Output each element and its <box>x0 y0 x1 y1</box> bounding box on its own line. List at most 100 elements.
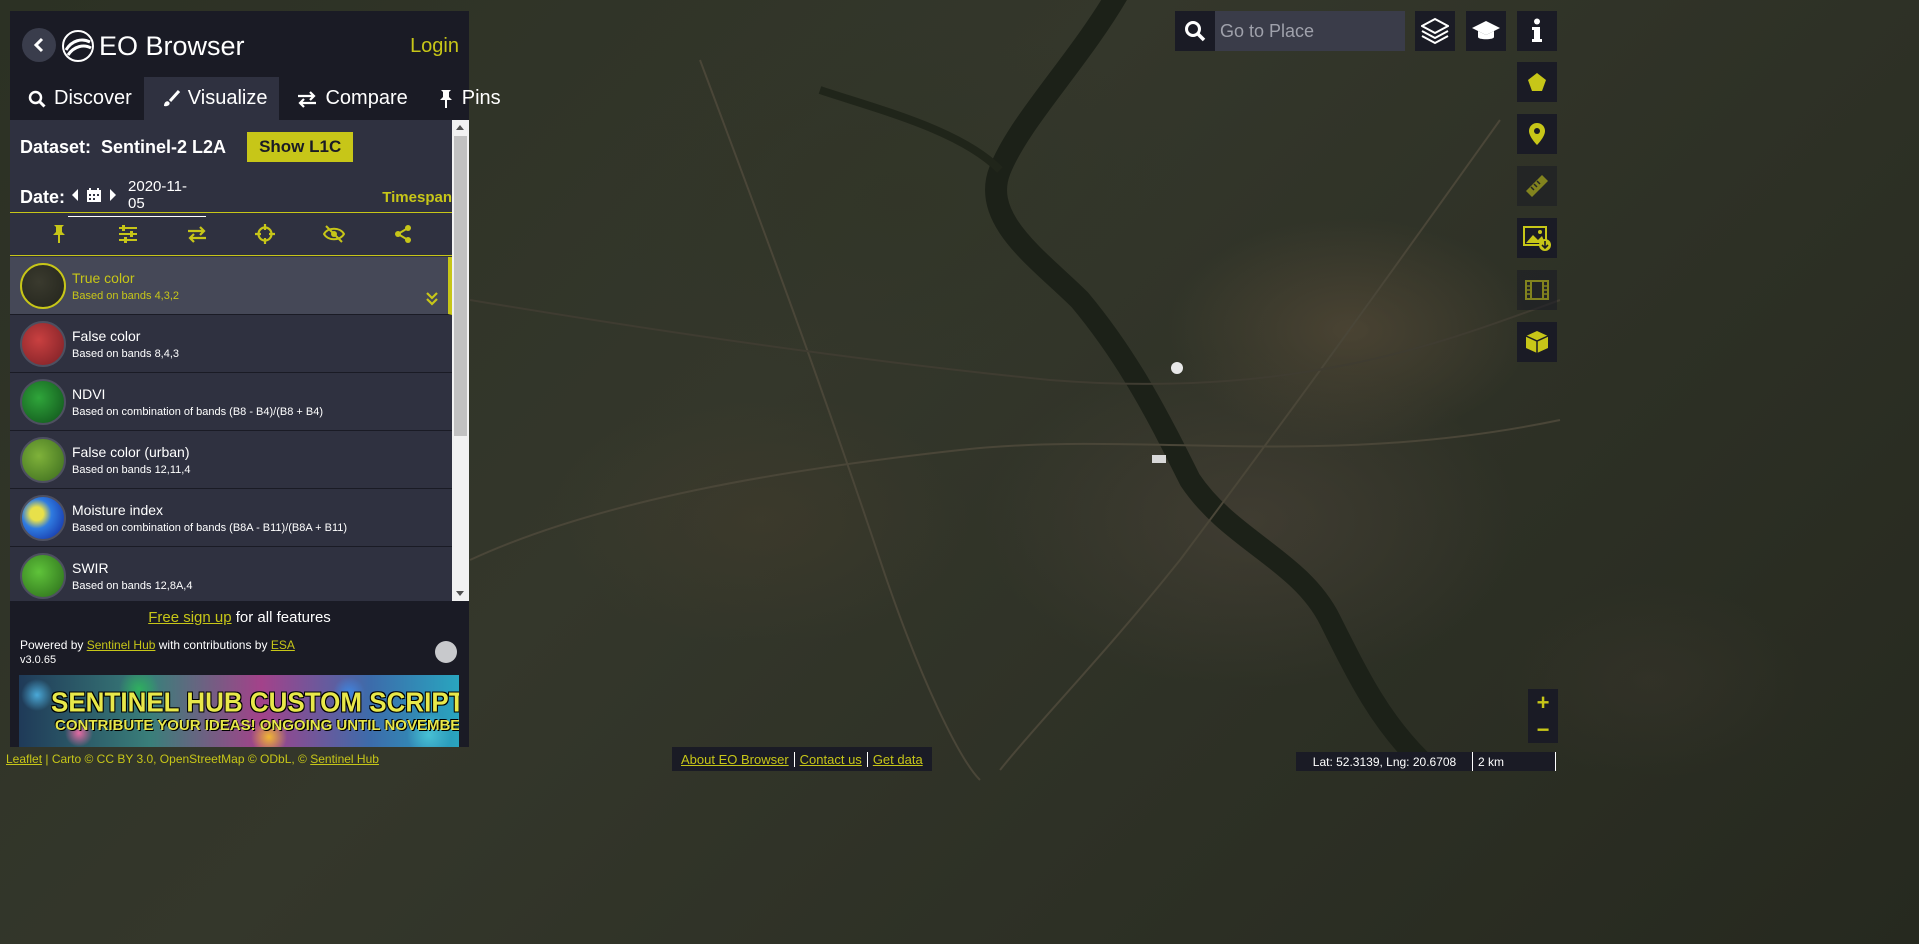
layer-description: Based on bands 12,11,4 <box>72 463 191 476</box>
draw-polygon-button[interactable] <box>1517 62 1557 102</box>
search-input[interactable] <box>1215 11 1405 51</box>
leaflet-link[interactable]: Leaflet <box>6 752 42 766</box>
collapse-panel-button[interactable] <box>22 28 56 62</box>
info-button[interactable] <box>1517 11 1557 51</box>
sliders-icon[interactable] <box>117 223 139 245</box>
3d-view-button[interactable] <box>1517 322 1557 362</box>
map-attribution: Leaflet | Carto © CC BY 3.0, OpenStreetM… <box>0 752 379 766</box>
powered-by: Powered by Sentinel Hub with contributio… <box>20 638 295 652</box>
tab-pins-label: Pins <box>461 87 501 109</box>
panel-footer: Free sign up for all features Powered by… <box>10 601 469 747</box>
sentinel-hub-attribution-link[interactable]: Sentinel Hub <box>310 752 379 766</box>
contest-banner[interactable]: SENTINEL HUB CUSTOM SCRIPT CONTEST CONTR… <box>19 675 459 747</box>
show-l1c-button[interactable]: Show L1C <box>247 132 354 162</box>
zoom-in-button[interactable]: + <box>1528 689 1558 716</box>
calendar-icon[interactable] <box>86 187 102 203</box>
layer-list-scrollbar[interactable] <box>452 120 469 601</box>
layer-thumbnail <box>20 320 66 367</box>
layer-description: Based on combination of bands (B8 - B4)/… <box>72 405 324 418</box>
tab-discover-label: Discover <box>54 87 132 109</box>
banner-title: SENTINEL HUB CUSTOM SCRIPT CONTEST <box>51 686 459 718</box>
tab-compare-label: Compare <box>325 87 408 109</box>
tab-visualize[interactable]: Visualize <box>143 77 280 120</box>
education-button[interactable] <box>1466 11 1506 51</box>
contact-link[interactable]: Contact us <box>795 751 868 767</box>
location-button[interactable] <box>1517 114 1557 154</box>
location-pin-icon <box>1529 123 1545 145</box>
layer-description: Based on bands 4,3,2 <box>72 289 180 302</box>
main-tabs: Discover Visualize Compare Pins <box>10 77 501 120</box>
graduation-cap-icon <box>1472 21 1500 40</box>
attribution-text: | Carto © CC BY 3.0, OpenStreetMap © ODb… <box>42 752 311 766</box>
layer-description: Based on bands 12,8A,4 <box>72 579 193 592</box>
map-tools <box>1517 62 1557 374</box>
tab-visualize-label: Visualize <box>187 87 268 109</box>
brush-icon <box>163 89 180 106</box>
layer-thumbnail <box>20 262 66 309</box>
layer-false-color[interactable]: False color Based on bands 8,4,3 <box>10 315 452 373</box>
bottom-links: About EO Browser Contact us Get data <box>672 747 932 771</box>
sentinel-hub-link[interactable]: Sentinel Hub <box>87 638 156 652</box>
get-data-link[interactable]: Get data <box>868 752 928 767</box>
esa-logo-icon <box>435 641 457 663</box>
next-date-icon[interactable] <box>110 189 117 201</box>
timespan-link[interactable]: Timespan <box>382 189 452 206</box>
compare-icon[interactable] <box>186 223 208 245</box>
layer-name: True color <box>72 269 135 286</box>
image-download-icon <box>1523 226 1551 251</box>
pin-icon <box>439 89 452 108</box>
layer-name: False color <box>72 327 141 344</box>
layer-ndvi[interactable]: NDVI Based on combination of bands (B8 -… <box>10 373 452 431</box>
side-panel: EO Browser Login Discover Visualize Comp… <box>10 11 501 747</box>
layer-description: Based on bands 8,4,3 <box>72 347 180 360</box>
login-link[interactable]: Login <box>410 35 459 58</box>
layer-thumbnail <box>20 378 66 425</box>
search-icon[interactable] <box>1175 11 1215 51</box>
scroll-thumb[interactable] <box>454 136 467 436</box>
free-signup-link[interactable]: Free sign up <box>148 609 231 626</box>
layer-name: NDVI <box>72 385 106 402</box>
layer-name: Moisture index <box>72 501 164 518</box>
search-box <box>1175 11 1405 51</box>
share-icon[interactable] <box>392 223 414 245</box>
previous-date-icon[interactable] <box>72 189 79 201</box>
crosshair-icon[interactable] <box>254 223 276 245</box>
powered-mid: with contributions by <box>155 638 271 652</box>
layer-false-color-urban[interactable]: False color (urban) Based on bands 12,11… <box>10 431 452 489</box>
layer-true-color[interactable]: True color Based on bands 4,3,2 <box>10 257 452 315</box>
signup-text: for all features <box>231 609 331 626</box>
info-icon <box>1532 18 1542 42</box>
layer-name: SWIR <box>72 559 109 576</box>
tab-discover[interactable]: Discover <box>10 77 144 120</box>
layer-thumbnail <box>20 494 66 541</box>
image-download-button[interactable] <box>1517 218 1557 258</box>
scroll-down-icon[interactable] <box>456 591 464 596</box>
polygon-icon <box>1528 73 1546 91</box>
eye-slash-icon[interactable] <box>322 223 345 245</box>
esa-link[interactable]: ESA <box>271 638 295 652</box>
scroll-up-icon[interactable] <box>456 125 464 130</box>
chevron-double-down-icon[interactable] <box>426 292 438 306</box>
tab-pins[interactable]: Pins <box>420 77 513 120</box>
dataset-row: Dataset: Sentinel-2 L2A Show L1C <box>20 132 354 162</box>
measure-button[interactable] <box>1517 166 1557 206</box>
zoom-control: + − <box>1528 689 1558 743</box>
panel-header: EO Browser Login <box>10 11 469 77</box>
date-label: Date: <box>20 187 66 207</box>
layer-swir[interactable]: SWIR Based on bands 12,8A,4 <box>10 547 452 601</box>
zoom-out-button[interactable]: − <box>1528 716 1558 743</box>
layers-button[interactable] <box>1415 11 1455 51</box>
layer-thumbnail <box>20 436 66 483</box>
dataset-name: Sentinel-2 L2A <box>101 136 227 157</box>
timelapse-button[interactable] <box>1517 270 1557 310</box>
layer-moisture-index[interactable]: Moisture index Based on combination of b… <box>10 489 452 547</box>
tab-compare[interactable]: Compare <box>279 77 419 120</box>
cube-icon <box>1525 331 1549 353</box>
layer-thumbnail <box>20 552 66 599</box>
date-value[interactable]: 2020-11-05 <box>128 178 200 212</box>
search-icon <box>28 90 46 108</box>
about-link[interactable]: About EO Browser <box>676 751 795 767</box>
pin-icon[interactable] <box>48 223 70 245</box>
film-icon <box>1525 280 1549 300</box>
chevron-left-icon <box>33 37 44 53</box>
